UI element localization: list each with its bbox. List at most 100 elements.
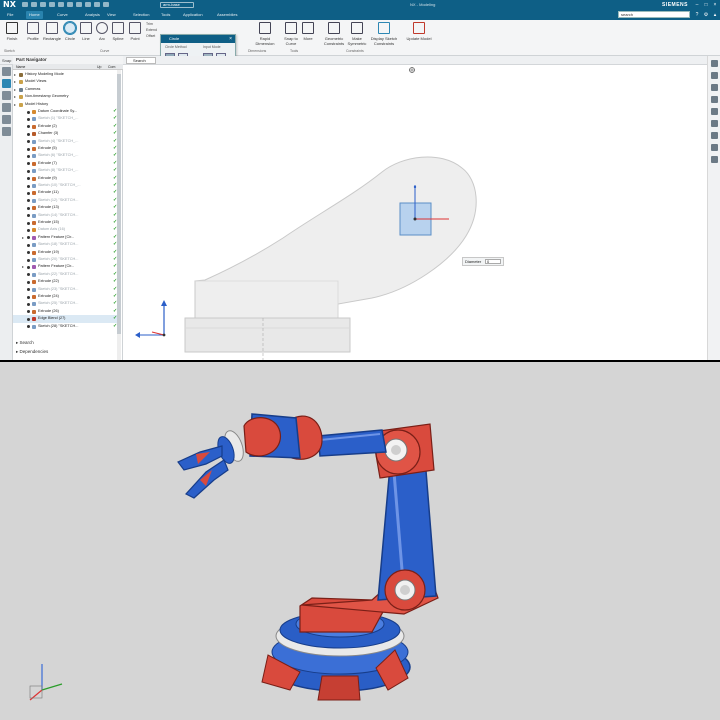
clip-section-icon[interactable] bbox=[711, 132, 718, 139]
column-comment[interactable]: Com bbox=[108, 64, 115, 70]
visibility-eye-icon[interactable] bbox=[27, 110, 30, 114]
zoom-icon[interactable] bbox=[711, 72, 718, 79]
visibility-eye-icon[interactable] bbox=[27, 162, 30, 166]
feature-row[interactable]: Extrude (7) ✓ bbox=[13, 160, 118, 168]
geometric-constraints-button[interactable]: Geometric Constraints bbox=[322, 22, 346, 50]
reuse-library-icon[interactable] bbox=[2, 115, 11, 124]
feature-row[interactable]: ▸ Model History bbox=[13, 101, 118, 109]
feature-row[interactable]: Edge Blend (27) ✓ bbox=[13, 315, 118, 323]
menu-tab-file[interactable]: File bbox=[4, 11, 16, 19]
column-up-to-date[interactable]: Up bbox=[97, 64, 101, 70]
display-constraints-button[interactable]: Display Sketch Constraints bbox=[368, 22, 400, 50]
fit-view-icon[interactable] bbox=[711, 60, 718, 67]
orient-view-icon[interactable] bbox=[711, 120, 718, 127]
line-button[interactable]: Line bbox=[78, 22, 94, 50]
feature-row[interactable]: Chamfer (3) ✓ bbox=[13, 130, 118, 138]
selection-search-input[interactable]: Search bbox=[126, 57, 156, 64]
part-navigator-icon[interactable] bbox=[2, 79, 11, 88]
model-view[interactable] bbox=[124, 65, 707, 360]
visibility-eye-icon[interactable] bbox=[27, 236, 30, 240]
copy-icon[interactable] bbox=[58, 2, 64, 7]
search-panel-toggle[interactable]: ▸ Search bbox=[16, 340, 34, 346]
assembly-navigator-icon[interactable] bbox=[2, 91, 11, 100]
cut-icon[interactable] bbox=[49, 2, 55, 7]
visibility-eye-icon[interactable] bbox=[27, 125, 30, 129]
visibility-eye-icon[interactable] bbox=[27, 221, 30, 225]
feature-row[interactable]: Sketch (8) "SKETCH_... ✓ bbox=[13, 167, 118, 175]
visibility-eye-icon[interactable] bbox=[27, 273, 30, 277]
feature-row[interactable]: Sketch (14) "SKETCH... ✓ bbox=[13, 212, 118, 220]
feature-row[interactable]: Sketch (1) "SKETCH_... ✓ bbox=[13, 115, 118, 123]
visibility-eye-icon[interactable] bbox=[27, 147, 30, 151]
feature-row[interactable]: Sketch (25) "SKETCH... ✓ bbox=[13, 300, 118, 308]
snap-button[interactable]: Snap to Curve bbox=[280, 22, 302, 50]
visibility-eye-icon[interactable] bbox=[27, 184, 30, 188]
close-icon[interactable]: × bbox=[712, 2, 718, 8]
menu-tab-home[interactable]: Home bbox=[26, 11, 43, 19]
arc-button[interactable]: Arc bbox=[94, 22, 110, 50]
circle-button[interactable]: Circle bbox=[62, 21, 78, 50]
visibility-eye-icon[interactable] bbox=[27, 243, 30, 247]
dependencies-panel-toggle[interactable]: ▸ Dependencies bbox=[16, 349, 48, 355]
dialog-header[interactable]: Circle × bbox=[161, 35, 235, 43]
feature-row[interactable]: Extrude (26) ✓ bbox=[13, 308, 118, 316]
visibility-eye-icon[interactable] bbox=[27, 132, 30, 136]
visibility-eye-icon[interactable] bbox=[27, 117, 30, 121]
ribbon-item-extend[interactable]: Extend bbox=[146, 28, 157, 33]
feature-row[interactable]: Extrude (19) ✓ bbox=[13, 249, 118, 257]
feature-row[interactable]: ▸ Model Views bbox=[13, 78, 118, 86]
navigator-gear-icon[interactable] bbox=[2, 67, 11, 76]
visibility-eye-icon[interactable] bbox=[27, 191, 30, 195]
show-hide-icon[interactable] bbox=[711, 144, 718, 151]
feature-row[interactable]: Sketch (28) "SKETCH... ✓ bbox=[13, 323, 118, 331]
feature-row[interactable]: Extrude (5) ✓ bbox=[13, 145, 118, 153]
visibility-eye-icon[interactable] bbox=[27, 206, 30, 210]
feature-row[interactable]: Datum Axis (16) ✓ bbox=[13, 226, 118, 234]
view-orientation-icon[interactable] bbox=[409, 67, 415, 73]
feature-row[interactable]: ▸ Pattern Feature [Cir... ✓ bbox=[13, 263, 118, 271]
visibility-eye-icon[interactable] bbox=[27, 258, 30, 262]
expand-toggle-icon[interactable]: ▸ bbox=[22, 263, 24, 271]
finish-flag-button[interactable]: Finish bbox=[2, 22, 22, 50]
profile-button[interactable]: Profile bbox=[24, 22, 42, 50]
menu-tab-assemblies[interactable]: Assemblies bbox=[214, 11, 240, 19]
graphics-window[interactable] bbox=[124, 65, 707, 360]
menu-tab-view[interactable]: View bbox=[104, 11, 119, 19]
column-name[interactable]: Name bbox=[16, 64, 25, 70]
expand-toggle-icon[interactable]: ▸ bbox=[14, 78, 16, 86]
repeat-command-icon[interactable] bbox=[76, 2, 82, 7]
visibility-eye-icon[interactable] bbox=[27, 154, 30, 158]
feature-row[interactable]: ▸ History Modeling Mode bbox=[13, 71, 118, 79]
visibility-eye-icon[interactable] bbox=[27, 310, 30, 314]
expand-toggle-icon[interactable]: ▸ bbox=[14, 71, 16, 79]
feature-row[interactable]: Extrude (2) ✓ bbox=[13, 123, 118, 131]
feature-row[interactable]: Sketch (22) "SKETCH... ✓ bbox=[13, 271, 118, 279]
visibility-eye-icon[interactable] bbox=[27, 169, 30, 173]
visibility-eye-icon[interactable] bbox=[27, 302, 30, 306]
visibility-eye-icon[interactable] bbox=[27, 140, 30, 144]
more-button[interactable]: More bbox=[300, 22, 316, 50]
undo-icon[interactable] bbox=[31, 2, 37, 7]
maximize-icon[interactable]: □ bbox=[703, 2, 709, 8]
redo-icon[interactable] bbox=[40, 2, 46, 7]
help-icon[interactable]: ? bbox=[694, 12, 700, 18]
feature-row[interactable]: Sketch (12) "SKETCH... ✓ bbox=[13, 197, 118, 205]
expand-toggle-icon[interactable]: ▸ bbox=[14, 86, 16, 94]
visibility-eye-icon[interactable] bbox=[27, 295, 30, 299]
minimize-icon[interactable]: – bbox=[694, 2, 700, 8]
visibility-eye-icon[interactable] bbox=[27, 214, 30, 218]
diameter-value-input[interactable]: 0 bbox=[485, 259, 501, 264]
scrollbar-thumb[interactable] bbox=[117, 74, 121, 334]
touch-mode-icon[interactable] bbox=[85, 2, 91, 7]
spline-button[interactable]: Spline bbox=[110, 22, 126, 50]
paste-icon[interactable] bbox=[67, 2, 73, 7]
feature-row[interactable]: Extrude (11) ✓ bbox=[13, 189, 118, 197]
expand-toggle-icon[interactable]: ▸ bbox=[14, 93, 16, 101]
menu-tab-tools[interactable]: Tools bbox=[158, 11, 173, 19]
visibility-eye-icon[interactable] bbox=[27, 325, 30, 329]
visibility-eye-icon[interactable] bbox=[27, 317, 30, 321]
document-tab[interactable]: arm-base bbox=[160, 2, 194, 8]
feature-row[interactable]: Sketch (10) "SKETCH_... ✓ bbox=[13, 182, 118, 190]
feature-row[interactable]: Sketch (4) "SKETCH_... ✓ bbox=[13, 138, 118, 146]
constraint-navigator-icon[interactable] bbox=[2, 103, 11, 112]
